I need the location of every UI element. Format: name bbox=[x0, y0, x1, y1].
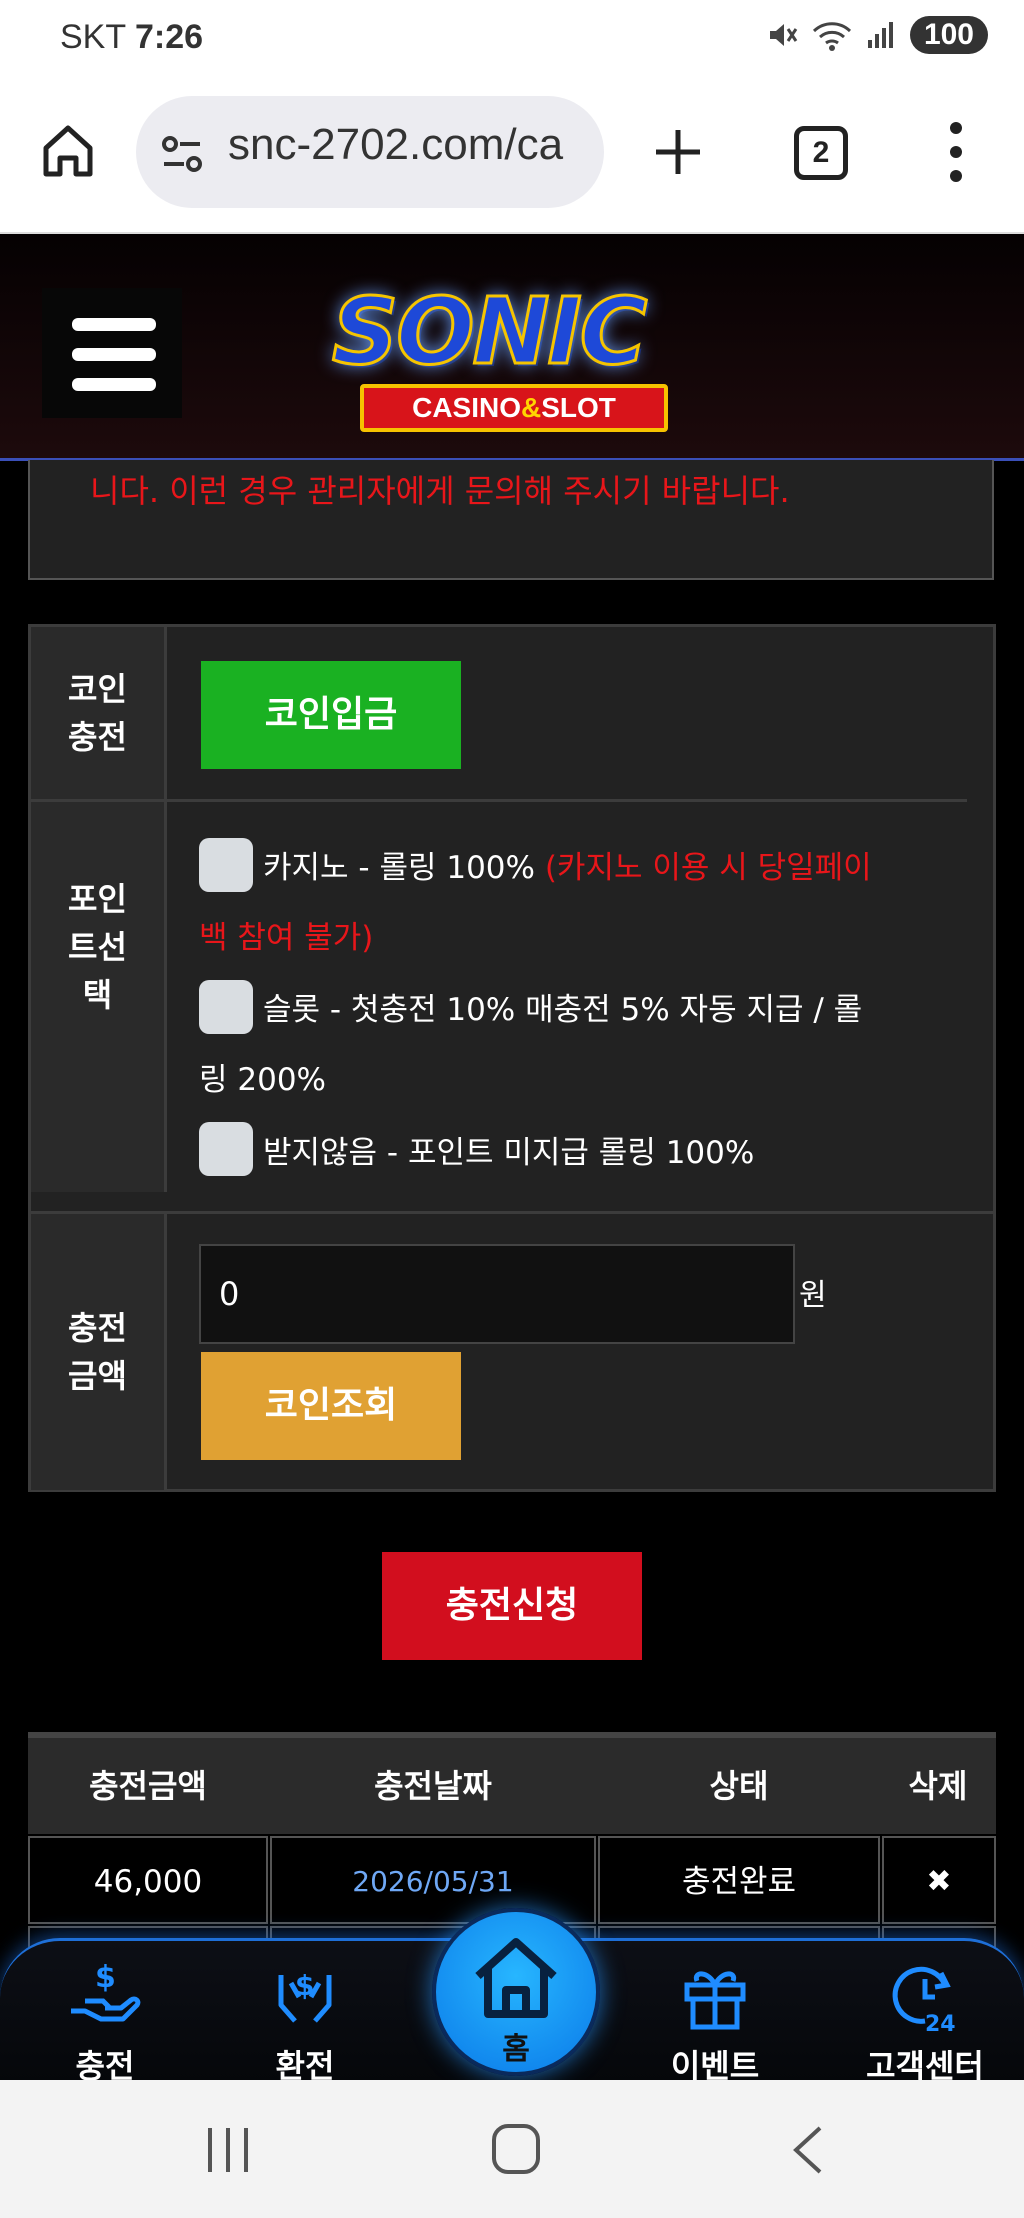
wifi-icon bbox=[812, 22, 851, 51]
coin-lookup-button[interactable]: 코인조회 bbox=[201, 1352, 461, 1460]
status-bar: SKT 7:26 100 bbox=[0, 0, 1024, 80]
tab-switcher-button[interactable]: 2 bbox=[794, 126, 848, 180]
header-date: 충전날짜 bbox=[374, 1767, 492, 1805]
delete-icon[interactable]: ✖ bbox=[882, 1836, 996, 1924]
signal-icon bbox=[867, 22, 893, 48]
point-select-row: 포인 트선 택 카지노 - 롤링 100% (카지노 이용 시 당일페이 백 참여 … bbox=[31, 802, 993, 1098]
currency-unit: 원 bbox=[799, 1278, 827, 1313]
logo-title: SONIC bbox=[330, 277, 648, 387]
svg-text:$: $ bbox=[295, 1969, 314, 2002]
address-bar[interactable]: snc-2702.com/ca bbox=[136, 96, 604, 208]
point-select-label: 포인 트선 택 bbox=[31, 802, 167, 1092]
new-tab-icon[interactable] bbox=[648, 122, 708, 182]
support-24-icon: 24 bbox=[892, 1966, 956, 2035]
site-header: SONIC CASINO&SLOT bbox=[0, 234, 1024, 461]
mute-icon bbox=[769, 24, 798, 46]
no-point-option-checkbox[interactable] bbox=[199, 1122, 253, 1176]
coin-charge-row: 코인 충전 코인입금 bbox=[31, 627, 993, 799]
site-logo[interactable]: SONIC CASINO&SLOT bbox=[290, 256, 730, 446]
charge-request-button[interactable]: 충전신청 bbox=[382, 1552, 642, 1660]
row-date: 2026/05/31 bbox=[270, 1836, 596, 1924]
url-text[interactable]: snc-2702.com/ca bbox=[228, 120, 563, 170]
notice-box: 니다. 이런 경우 관리자에게 문의해 주시기 바랍니다. bbox=[28, 460, 994, 580]
casino-option-checkbox[interactable] bbox=[199, 838, 253, 892]
nav-event[interactable]: 이벤트 bbox=[650, 1941, 780, 2085]
header-amount: 충전금액 bbox=[89, 1767, 207, 1805]
nav-charge[interactable]: $ 충전 bbox=[40, 1941, 170, 2085]
svg-text:$: $ bbox=[95, 1960, 116, 1995]
site-settings-icon[interactable] bbox=[160, 132, 204, 176]
status-carrier-time: SKT 7:26 bbox=[60, 18, 203, 57]
casino-option-label[interactable]: 카지노 - 롤링 100% (카지노 이용 시 당일페이 bbox=[263, 842, 872, 887]
row-amount: 46,000 bbox=[28, 1836, 268, 1924]
table-header: 충전금액 충전날짜 상태 삭제 bbox=[28, 1732, 996, 1834]
back-icon[interactable] bbox=[780, 2122, 836, 2178]
casino-option-note: 백 참여 불가) bbox=[199, 920, 374, 956]
coin-deposit-button[interactable]: 코인입금 bbox=[201, 661, 461, 769]
home-label: 홈 bbox=[502, 2032, 530, 2067]
gift-icon bbox=[684, 1971, 746, 2030]
more-options-icon[interactable] bbox=[940, 120, 972, 184]
home-icon bbox=[475, 1938, 557, 2018]
nav-support[interactable]: 24 고객센터 bbox=[850, 1941, 1000, 2085]
status-icons: 100 bbox=[766, 16, 988, 54]
home-icon[interactable] bbox=[38, 120, 98, 180]
system-navigation-bar bbox=[0, 2080, 1024, 2218]
carrier-label: SKT bbox=[60, 18, 126, 56]
exchange-icon: $ bbox=[278, 1969, 332, 2023]
no-point-option-label[interactable]: 받지않음 - 포인트 미지급 롤링 100% bbox=[263, 1127, 754, 1172]
charge-amount-label: 충전 금액 bbox=[31, 1214, 167, 1490]
notice-text: 니다. 이런 경우 관리자에게 문의해 주시기 바랍니다. bbox=[90, 472, 790, 510]
slot-option-checkbox[interactable] bbox=[199, 980, 253, 1034]
home-button-icon[interactable] bbox=[488, 2120, 544, 2178]
nav-home[interactable]: 홈 bbox=[432, 1908, 600, 2076]
battery-indicator: 100 bbox=[909, 16, 988, 54]
hamburger-menu-icon[interactable] bbox=[42, 288, 182, 418]
nav-exchange[interactable]: $ 환전 bbox=[240, 1941, 370, 2085]
coin-charge-label: 코인 충전 bbox=[31, 627, 167, 799]
charge-form: 코인 충전 코인입금 포인 트선 택 카지노 - 롤링 100% (카지노 이용 시 … bbox=[28, 624, 996, 1492]
logo-subtitle: CASINO&SLOT bbox=[360, 384, 668, 432]
clock: 7:26 bbox=[134, 18, 204, 56]
browser-toolbar: snc-2702.com/ca 2 bbox=[0, 80, 1024, 234]
slot-option-label[interactable]: 슬롯 - 첫충전 10% 매충전 5% 자동 지급 / 롤 bbox=[263, 984, 862, 1029]
row-status: 충전완료 bbox=[598, 1836, 880, 1924]
charge-icon: $ bbox=[71, 1960, 141, 2022]
charge-amount-row: 충전 금액 0 원 코인조회 bbox=[31, 1214, 993, 1490]
charge-amount-input[interactable]: 0 bbox=[199, 1244, 795, 1344]
header-delete: 삭제 bbox=[908, 1767, 968, 1805]
svg-text:24: 24 bbox=[925, 2012, 956, 2035]
header-status: 상태 bbox=[709, 1767, 769, 1805]
recent-apps-icon[interactable] bbox=[200, 2122, 256, 2178]
